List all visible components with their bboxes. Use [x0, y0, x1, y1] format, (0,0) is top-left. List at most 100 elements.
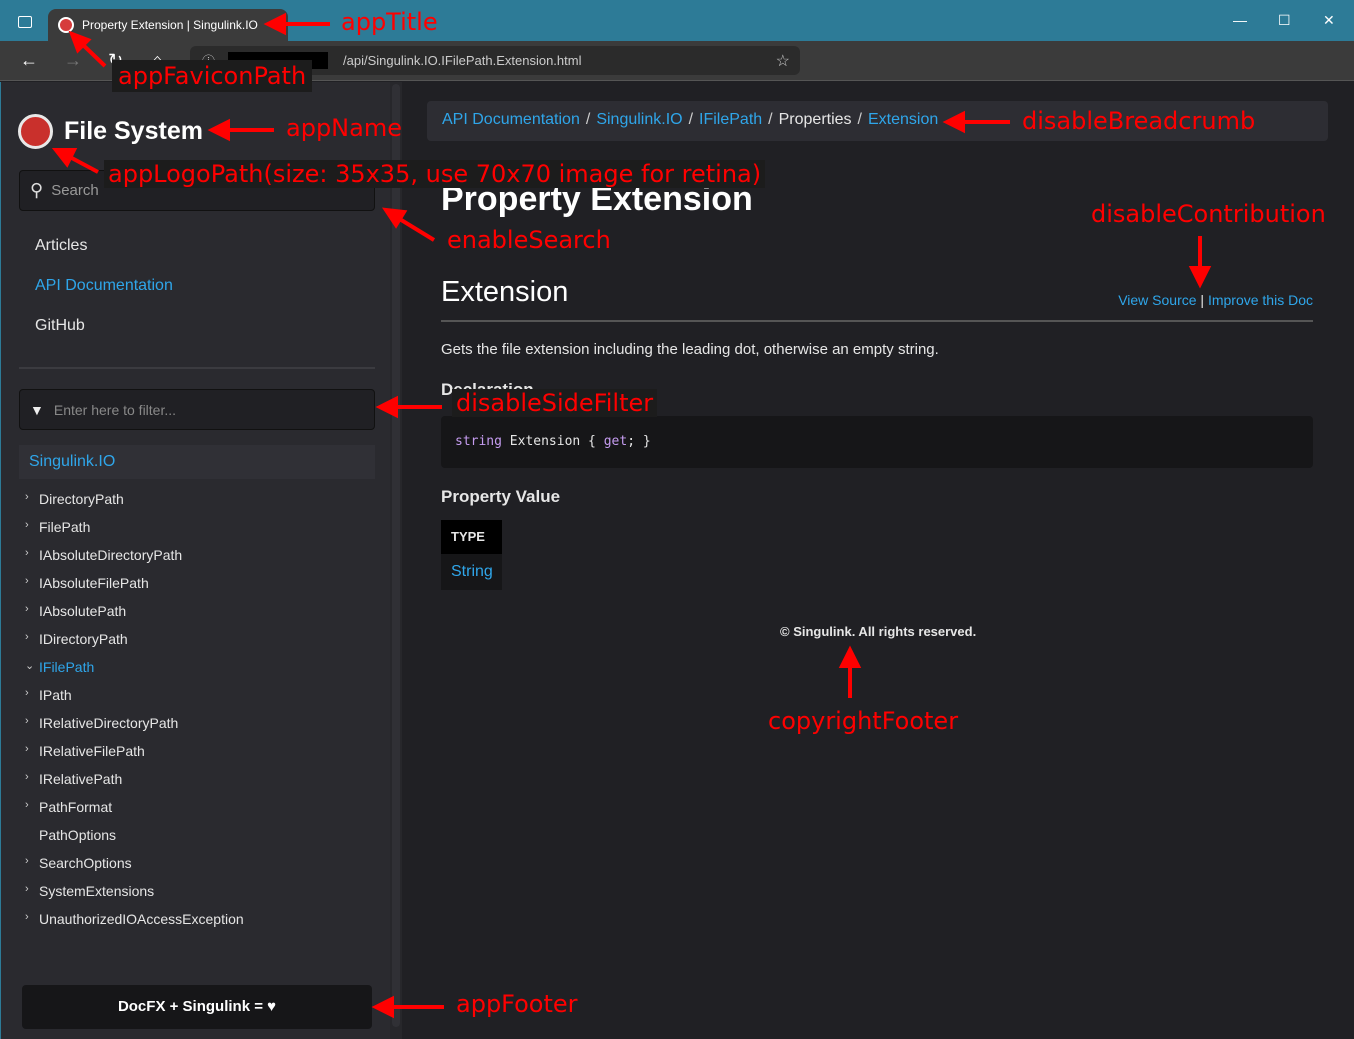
chevron-icon: › — [25, 855, 29, 867]
url-text: /api/Singulink.IO.IFilePath.Extension.ht… — [343, 53, 582, 68]
toc-item[interactable]: › IAbsoluteDirectoryPath — [25, 547, 244, 575]
chevron-icon: › — [25, 883, 29, 895]
toc-item-label: SystemExtensions — [39, 883, 155, 899]
toc-package[interactable]: Singulink.IO — [19, 445, 375, 479]
chevron-icon: › — [25, 771, 29, 783]
toc-item[interactable]: › IPath — [25, 687, 244, 715]
forward-icon[interactable]: → — [64, 50, 82, 71]
search-icon: ⚲ — [30, 180, 44, 200]
toc-item[interactable]: › DirectoryPath — [25, 491, 244, 519]
toc-item[interactable]: › IRelativePath — [25, 771, 244, 799]
toc-item-label: FilePath — [39, 519, 91, 535]
top-nav: Articles API Documentation GitHub — [35, 237, 173, 357]
favorite-icon[interactable]: ☆ — [776, 51, 790, 71]
chevron-icon: ⌄ — [25, 660, 35, 672]
improve-doc-link[interactable]: Improve this Doc — [1208, 292, 1313, 308]
nav-api-documentation[interactable]: API Documentation — [35, 277, 173, 317]
annotation-copyright-footer: copyrightFooter — [768, 707, 959, 735]
toc-item[interactable]: › SystemExtensions — [25, 883, 244, 911]
annotation-app-name: appName — [286, 114, 402, 142]
close-icon[interactable]: ✕ — [1323, 12, 1335, 29]
breadcrumb-item: Properties — [778, 111, 852, 128]
search-placeholder: Search — [51, 182, 99, 199]
breadcrumb-item[interactable]: API Documentation — [442, 111, 580, 128]
type-header: TYPE — [441, 520, 502, 554]
code-text: Extension { — [501, 434, 604, 449]
toc-item[interactable]: › IRelativeDirectoryPath — [25, 715, 244, 743]
toc-item-label: IRelativeFilePath — [39, 743, 145, 759]
annotation-app-logo-path: appLogoPath(size: 35x35, use 70x70 image… — [104, 160, 766, 188]
tab-actions-icon[interactable] — [18, 16, 32, 28]
toc-item-label: IRelativePath — [39, 771, 123, 787]
toc-item-label: PathOptions — [39, 827, 117, 843]
copyright: © Singulink. All rights reserved. — [780, 624, 977, 639]
chevron-icon: › — [25, 491, 29, 503]
app-name: File System — [64, 117, 203, 145]
toc-item-label: IFilePath — [39, 659, 95, 675]
toc-item-label: PathFormat — [39, 799, 113, 815]
title-bar: Property Extension | Singulink.IO — ☐ ✕ — [0, 0, 1354, 41]
chevron-icon: › — [25, 547, 29, 559]
divider — [441, 320, 1313, 322]
code-keyword: get — [603, 434, 628, 449]
app-footer: DocFX + Singulink = ♥ — [22, 985, 372, 1029]
browser-tab[interactable]: Property Extension | Singulink.IO — [48, 9, 288, 41]
toc-item-label: IRelativeDirectoryPath — [39, 715, 179, 731]
view-source-link[interactable]: View Source — [1118, 292, 1196, 308]
toc-item-label: UnauthorizedIOAccessException — [39, 911, 244, 927]
chevron-icon: › — [25, 715, 29, 727]
breadcrumb-separator: / — [688, 111, 694, 128]
toc-item-label: IDirectoryPath — [39, 631, 128, 647]
separator: | — [1200, 292, 1205, 308]
toc-item[interactable]: › FilePath — [25, 519, 244, 547]
annotation-disable-breadcrumb: disableBreadcrumb — [1022, 107, 1256, 135]
chevron-icon: › — [25, 575, 29, 587]
toc-item[interactable]: › IAbsoluteFilePath — [25, 575, 244, 603]
summary: Gets the file extension including the le… — [441, 341, 939, 358]
toc-item[interactable]: › IAbsolutePath — [25, 603, 244, 631]
toc-item[interactable]: ⌄ IFilePath — [25, 659, 244, 687]
toc-item[interactable]: › UnauthorizedIOAccessException — [25, 911, 244, 939]
chevron-icon: › — [25, 687, 29, 699]
breadcrumb-separator: / — [585, 111, 591, 128]
contribution-links: View Source | Improve this Doc — [1118, 292, 1313, 308]
maximize-icon[interactable]: ☐ — [1278, 12, 1291, 29]
annotation-app-favicon-path: appFaviconPath — [112, 60, 313, 92]
property-value-heading: Property Value — [441, 487, 561, 506]
chevron-icon: › — [25, 631, 29, 643]
sidebar: File System ⚲ Search Articles API Docume… — [0, 82, 390, 1039]
filter-icon: ▼ — [30, 401, 44, 418]
code-block: string Extension { get; } — [441, 416, 1313, 468]
filter-input[interactable]: ▼ Enter here to filter... — [19, 389, 375, 430]
toc-tree: › DirectoryPath › FilePath › IAbsoluteDirecto… — [25, 491, 244, 939]
toc-item[interactable]: › PathFormat — [25, 799, 244, 827]
toc-item[interactable]: › IRelativeFilePath — [25, 743, 244, 771]
sidebar-scrollbar[interactable] — [390, 82, 402, 1039]
favicon-icon — [58, 17, 74, 33]
toc-item[interactable]: PathOptions — [25, 827, 244, 855]
app-logo-icon — [18, 114, 53, 149]
breadcrumb-item[interactable]: IFilePath — [699, 111, 762, 128]
annotation-disable-side-filter: disableSideFilter — [452, 389, 658, 417]
toc-item[interactable]: › SearchOptions — [25, 855, 244, 883]
toc-item[interactable]: › IDirectoryPath — [25, 631, 244, 659]
brand[interactable]: File System — [18, 114, 203, 149]
annotation-app-title: appTitle — [341, 8, 438, 36]
breadcrumb-item[interactable]: Singulink.IO — [596, 111, 682, 128]
toc-item-label: IAbsoluteFilePath — [39, 575, 149, 591]
type-link[interactable]: String — [441, 554, 502, 590]
annotation-disable-contribution: disableContribution — [1091, 200, 1326, 228]
annotation-enable-search: enableSearch — [447, 226, 611, 254]
toc-item-label: IPath — [39, 687, 72, 703]
back-icon[interactable]: ← — [20, 50, 38, 71]
nav-articles[interactable]: Articles — [35, 237, 173, 277]
breadcrumb-separator: / — [768, 111, 773, 128]
filter-placeholder: Enter here to filter... — [53, 401, 177, 418]
nav-github[interactable]: GitHub — [35, 317, 173, 357]
code-keyword: string — [455, 434, 502, 449]
minimize-icon[interactable]: — — [1233, 12, 1247, 28]
toc-item-label: IAbsoluteDirectoryPath — [39, 547, 183, 563]
breadcrumb-item[interactable]: Extension — [868, 111, 938, 128]
toc-item-label: SearchOptions — [39, 855, 132, 871]
chevron-icon: › — [25, 799, 29, 811]
